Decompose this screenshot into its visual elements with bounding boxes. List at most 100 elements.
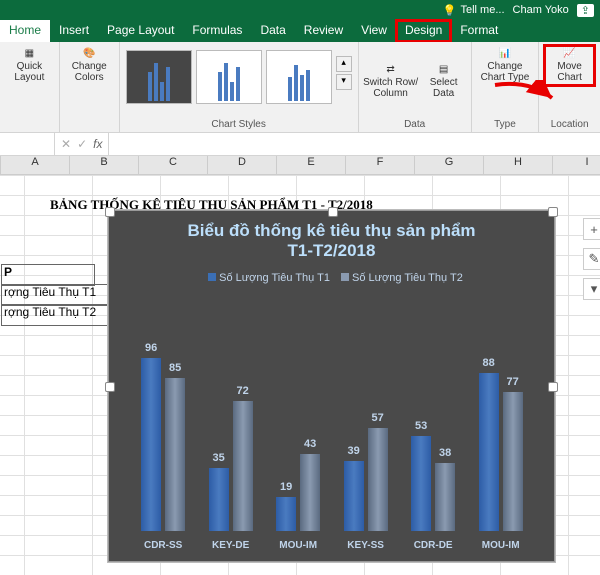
col-header[interactable]: E: [277, 156, 346, 174]
bar[interactable]: 19: [276, 497, 296, 531]
share-icon[interactable]: ⇪: [577, 4, 594, 17]
col-header[interactable]: C: [139, 156, 208, 174]
layout-icon: ▦: [25, 48, 34, 59]
chart-plot-area[interactable]: 9685CDR-SS 3572KEY-DE 1943MOU-IM 3957KEY-SS…: [129, 321, 534, 531]
bar-value-label: 88: [483, 357, 495, 369]
tab-formulas[interactable]: Formulas: [183, 20, 251, 42]
bar-group[interactable]: 3572KEY-DE: [209, 401, 253, 531]
tab-data[interactable]: Data: [251, 20, 294, 42]
col-header[interactable]: F: [346, 156, 415, 174]
change-ct-label: Change Chart Type: [481, 61, 530, 83]
move-chart-button[interactable]: 📈 Move Chart: [545, 46, 594, 85]
chart-filters-button[interactable]: ▾: [583, 278, 600, 300]
chart-side-controls: + ✎ ▾: [583, 218, 600, 300]
bar[interactable]: 96: [141, 358, 161, 531]
bar-value-label: 53: [415, 420, 427, 432]
bar[interactable]: 57: [368, 428, 388, 531]
gallery-scroll[interactable]: ▴ ▾: [336, 50, 352, 90]
bar-value-label: 43: [304, 438, 316, 450]
quick-layout-label: Quick Layout: [14, 61, 44, 83]
bar-value-label: 19: [280, 481, 292, 493]
cancel-icon[interactable]: ✕: [61, 137, 71, 151]
chevron-down-icon[interactable]: ▾: [336, 74, 352, 90]
chart-legend[interactable]: Số Lượng Tiêu Thụ T1 Số Lượng Tiêu Thụ T…: [109, 266, 554, 294]
bar[interactable]: 38: [435, 463, 455, 531]
resize-handle[interactable]: [328, 207, 338, 217]
enter-icon[interactable]: ✓: [77, 137, 87, 151]
legend-swatch: [208, 273, 216, 281]
resize-handle[interactable]: [105, 207, 115, 217]
col-header[interactable]: G: [415, 156, 484, 174]
chart-title[interactable]: Biểu đồ thống kê tiêu thụ sản phẩm T1-T2…: [109, 211, 554, 266]
tab-review[interactable]: Review: [295, 20, 352, 42]
resize-handle[interactable]: [105, 382, 115, 392]
bar[interactable]: 39: [344, 461, 364, 531]
bar[interactable]: 85: [165, 378, 185, 531]
col-header[interactable]: H: [484, 156, 553, 174]
bar[interactable]: 43: [300, 454, 320, 531]
location-group-label: Location: [545, 117, 594, 130]
change-colors-label: Change Colors: [72, 61, 107, 83]
type-group-label: Type: [478, 117, 533, 130]
switch-row-column-button[interactable]: ⇄ Switch Row/ Column: [365, 62, 417, 101]
resize-handle[interactable]: [548, 382, 558, 392]
chart-styles-gallery[interactable]: ▴ ▾: [126, 46, 352, 104]
bar-value-label: 39: [348, 445, 360, 457]
bar[interactable]: 88: [479, 373, 499, 531]
tab-home[interactable]: Home: [0, 20, 50, 42]
title-bar: 💡 Tell me... Cham Yoko ⇪: [0, 0, 600, 20]
chart-style-thumb[interactable]: [266, 50, 332, 104]
bar[interactable]: 77: [503, 392, 523, 531]
select-data-button[interactable]: ▤ Select Data: [423, 62, 465, 101]
tab-page-layout[interactable]: Page Layout: [98, 20, 183, 42]
col-header[interactable]: I: [553, 156, 600, 174]
name-box[interactable]: [0, 133, 55, 155]
category-label: MOU-IM: [482, 540, 520, 551]
tab-format[interactable]: Format: [451, 20, 507, 42]
chart-type-icon: 📊: [499, 48, 511, 59]
bar-group[interactable]: 3957KEY-SS: [344, 428, 388, 531]
user-name[interactable]: Cham Yoko: [513, 4, 569, 16]
col-header[interactable]: D: [208, 156, 277, 174]
tab-view[interactable]: View: [352, 20, 396, 42]
category-label: CDR-DE: [414, 540, 453, 551]
bar[interactable]: 35: [209, 468, 229, 531]
switch-rc-label: Switch Row/ Column: [363, 77, 418, 99]
select-data-label: Select Data: [430, 77, 458, 99]
resize-handle[interactable]: [548, 207, 558, 217]
bar-value-label: 35: [213, 452, 225, 464]
col-header[interactable]: B: [70, 156, 139, 174]
data-group-label: Data: [365, 117, 465, 130]
ribbon-tabs: Home Insert Page Layout Formulas Data Re…: [0, 20, 600, 42]
chart-styles-button[interactable]: ✎: [583, 248, 600, 270]
bar-value-label: 77: [507, 376, 519, 388]
bar-value-label: 57: [372, 412, 384, 424]
bar-value-label: 38: [439, 447, 451, 459]
bar-value-label: 96: [145, 342, 157, 354]
tab-design[interactable]: Design: [396, 20, 451, 42]
chevron-up-icon[interactable]: ▴: [336, 56, 352, 72]
cell-p[interactable]: P: [2, 265, 94, 285]
fx-icon[interactable]: fx: [93, 137, 102, 151]
bar[interactable]: 53: [411, 436, 431, 531]
bar-group[interactable]: 1943MOU-IM: [276, 454, 320, 531]
chart-elements-button[interactable]: +: [583, 218, 600, 240]
embedded-chart[interactable]: Biểu đồ thống kê tiêu thụ sản phẩm T1-T2…: [108, 210, 555, 562]
chart-style-thumb[interactable]: [126, 50, 192, 104]
column-headers: A B C D E F G H I: [0, 156, 600, 175]
bar-group[interactable]: 9685CDR-SS: [141, 358, 185, 531]
col-header[interactable]: A: [1, 156, 70, 174]
formula-bar: ✕ ✓ fx: [0, 133, 600, 156]
chart-style-thumb[interactable]: [196, 50, 262, 104]
quick-layout-button[interactable]: ▦ Quick Layout: [6, 46, 53, 85]
change-chart-type-button[interactable]: 📊 Change Chart Type: [478, 46, 533, 85]
tab-insert[interactable]: Insert: [50, 20, 98, 42]
bar-group[interactable]: 5338CDR-DE: [411, 436, 455, 531]
bar-group[interactable]: 8877MOU-IM: [479, 373, 523, 531]
change-colors-button[interactable]: 🎨 Change Colors: [66, 46, 113, 85]
bar[interactable]: 72: [233, 401, 253, 531]
select-data-icon: ▤: [439, 64, 448, 75]
palette-icon: 🎨: [83, 48, 95, 59]
legend-swatch: [341, 273, 349, 281]
tell-me[interactable]: 💡 Tell me...: [443, 4, 505, 17]
